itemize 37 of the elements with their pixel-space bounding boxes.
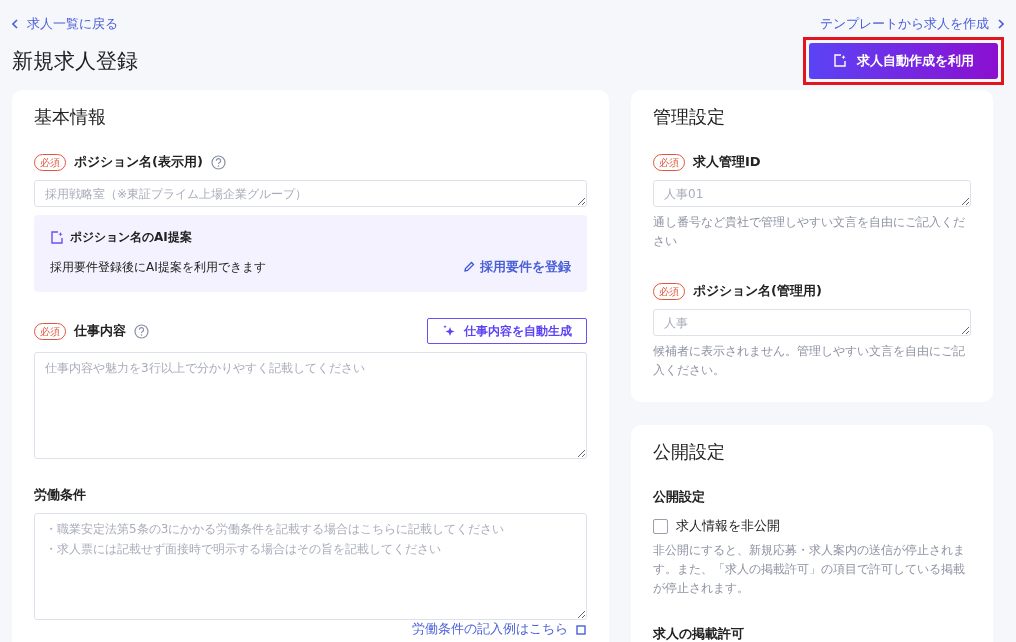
chevron-right-icon	[997, 19, 1004, 29]
example-link[interactable]: 労働条件の記入例はこちら	[412, 622, 587, 636]
help-text: 通し番号など貴社で管理しやすい文言を自由にご記入ください	[653, 214, 966, 250]
help-text: 候補者に表示されません。管理しやすい文言を自由にご記入ください。	[653, 343, 966, 379]
section-title: 管理設定	[653, 105, 726, 129]
help-text: 非公開にすると、新規応募・求人案内の送信が停止されます。また、「求人の掲載許可」の項目で許可している掲載が停止されます。	[653, 542, 966, 597]
section-title: 公開設定	[653, 440, 726, 464]
input-field[interactable]: 人事	[653, 309, 971, 336]
field-label: 仕事内容	[74, 322, 126, 340]
input-field[interactable]: 仕事内容や魅力を3行以上で分かりやすく記載してください	[34, 352, 587, 459]
edit-sparkle-icon	[833, 54, 847, 68]
help-icon[interactable]	[134, 323, 149, 339]
template-link[interactable]: テンプレートから求人を作成	[820, 15, 1004, 33]
checkbox[interactable]	[653, 518, 668, 534]
panel-text: 採用要件登録後にAI提案を利用できます	[50, 258, 266, 276]
back-link[interactable]: 求人一覧に戻る	[12, 15, 118, 33]
checkbox-label: 求人情報を非公開	[676, 517, 780, 535]
field-label: ポジション名(管理用)	[693, 282, 822, 300]
section-title: 基本情報	[34, 105, 107, 129]
pencil-icon	[463, 261, 475, 273]
register-requirements-link[interactable]: 採用要件を登録	[463, 258, 571, 276]
section-label: 求人の掲載許可	[653, 625, 745, 642]
auto-generate-button[interactable]: 仕事内容を自動生成	[427, 318, 587, 344]
section-label: 公開設定	[653, 488, 706, 506]
auto-create-button[interactable]: 求人自動作成を利用	[809, 43, 998, 79]
field-label: 求人管理ID	[693, 153, 761, 171]
input-field[interactable]: ・職業安定法第5条の3にかかる労働条件を記載する場合はこちらに記載してください ・求人票には記載せず面接時で明示する場合はその旨を記載してください	[34, 513, 587, 620]
chevron-left-icon	[12, 19, 19, 29]
panel-title: ポジション名のAI提案	[70, 229, 192, 246]
sparkle-icon	[442, 324, 456, 338]
field-label: ポジション名(表示用)	[74, 153, 203, 171]
field-label: 労働条件	[34, 486, 86, 504]
edit-sparkle-icon	[50, 230, 64, 245]
page-title: 新規求人登録	[12, 48, 138, 75]
help-icon[interactable]	[210, 154, 226, 170]
input-field[interactable]: 採用戦略室（※東証プライム上場企業グループ）	[34, 180, 587, 207]
input-field[interactable]: 人事01	[653, 180, 971, 207]
